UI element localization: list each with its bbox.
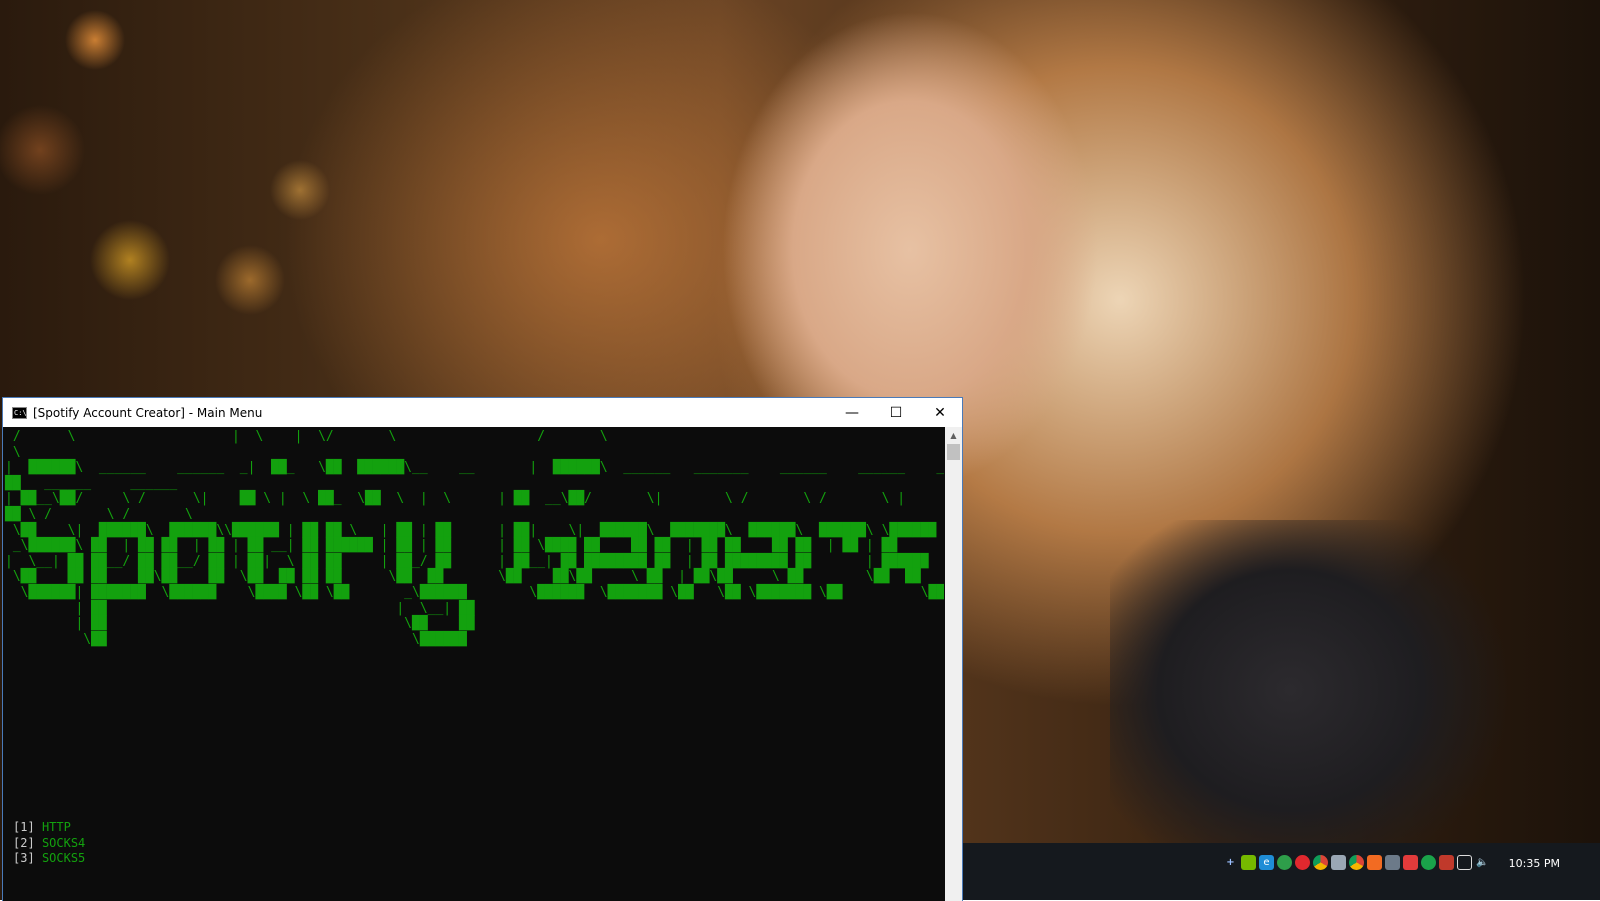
- proxy-type-menu: [1] HTTP [2] SOCKS4 [3] SOCKS5: [13, 820, 85, 867]
- record-icon[interactable]: [1421, 855, 1436, 870]
- chrome-icon[interactable]: [1313, 855, 1328, 870]
- wallpaper-figure: [1110, 520, 1510, 850]
- red-app-icon[interactable]: [1403, 855, 1418, 870]
- scroll-up-arrow-icon[interactable]: ▲: [945, 427, 962, 444]
- tree-icon[interactable]: [1439, 855, 1454, 870]
- menu-item[interactable]: [3] SOCKS5: [13, 851, 85, 865]
- scrollbar-thumb[interactable]: [947, 444, 960, 460]
- network-share-icon[interactable]: [1385, 855, 1400, 870]
- menu-item[interactable]: [2] SOCKS4: [13, 836, 85, 850]
- display-icon[interactable]: [1457, 855, 1472, 870]
- opera-icon[interactable]: [1295, 855, 1310, 870]
- system-tray: + e 🔈: [1223, 855, 1490, 870]
- files-icon[interactable]: [1331, 855, 1346, 870]
- menu-item[interactable]: [1] HTTP: [13, 820, 71, 834]
- taskbar-clock[interactable]: 10:35 PM: [1509, 857, 1560, 870]
- console-output[interactable]: / \ | \ | \/ \ / \ \ | ██████\ ______ __…: [3, 427, 944, 901]
- e-icon[interactable]: e: [1259, 855, 1274, 870]
- ascii-art-banner: / \ | \ | \/ \ / \ \ | ██████\ ______ __…: [5, 429, 944, 647]
- taskbar: + e 🔈 10:35 PM: [962, 843, 1600, 900]
- window-titlebar[interactable]: C:\ [Spotify Account Creator] - Main Men…: [3, 398, 962, 427]
- recycle-icon[interactable]: [1277, 855, 1292, 870]
- nvidia-icon[interactable]: [1241, 855, 1256, 870]
- window-title: [Spotify Account Creator] - Main Menu: [33, 405, 263, 420]
- chrome-icon-2[interactable]: [1349, 855, 1364, 870]
- console-app-icon[interactable]: C:\: [12, 406, 27, 419]
- console-window[interactable]: C:\ [Spotify Account Creator] - Main Men…: [2, 397, 963, 901]
- plus-icon[interactable]: +: [1223, 855, 1238, 870]
- volume-icon[interactable]: 🔈: [1475, 855, 1490, 870]
- close-button[interactable]: ✕: [918, 398, 962, 427]
- minimize-button[interactable]: —: [830, 398, 874, 427]
- box-icon[interactable]: [1367, 855, 1382, 870]
- maximize-button[interactable]: ☐: [874, 398, 918, 427]
- vertical-scrollbar[interactable]: ▲: [945, 427, 962, 901]
